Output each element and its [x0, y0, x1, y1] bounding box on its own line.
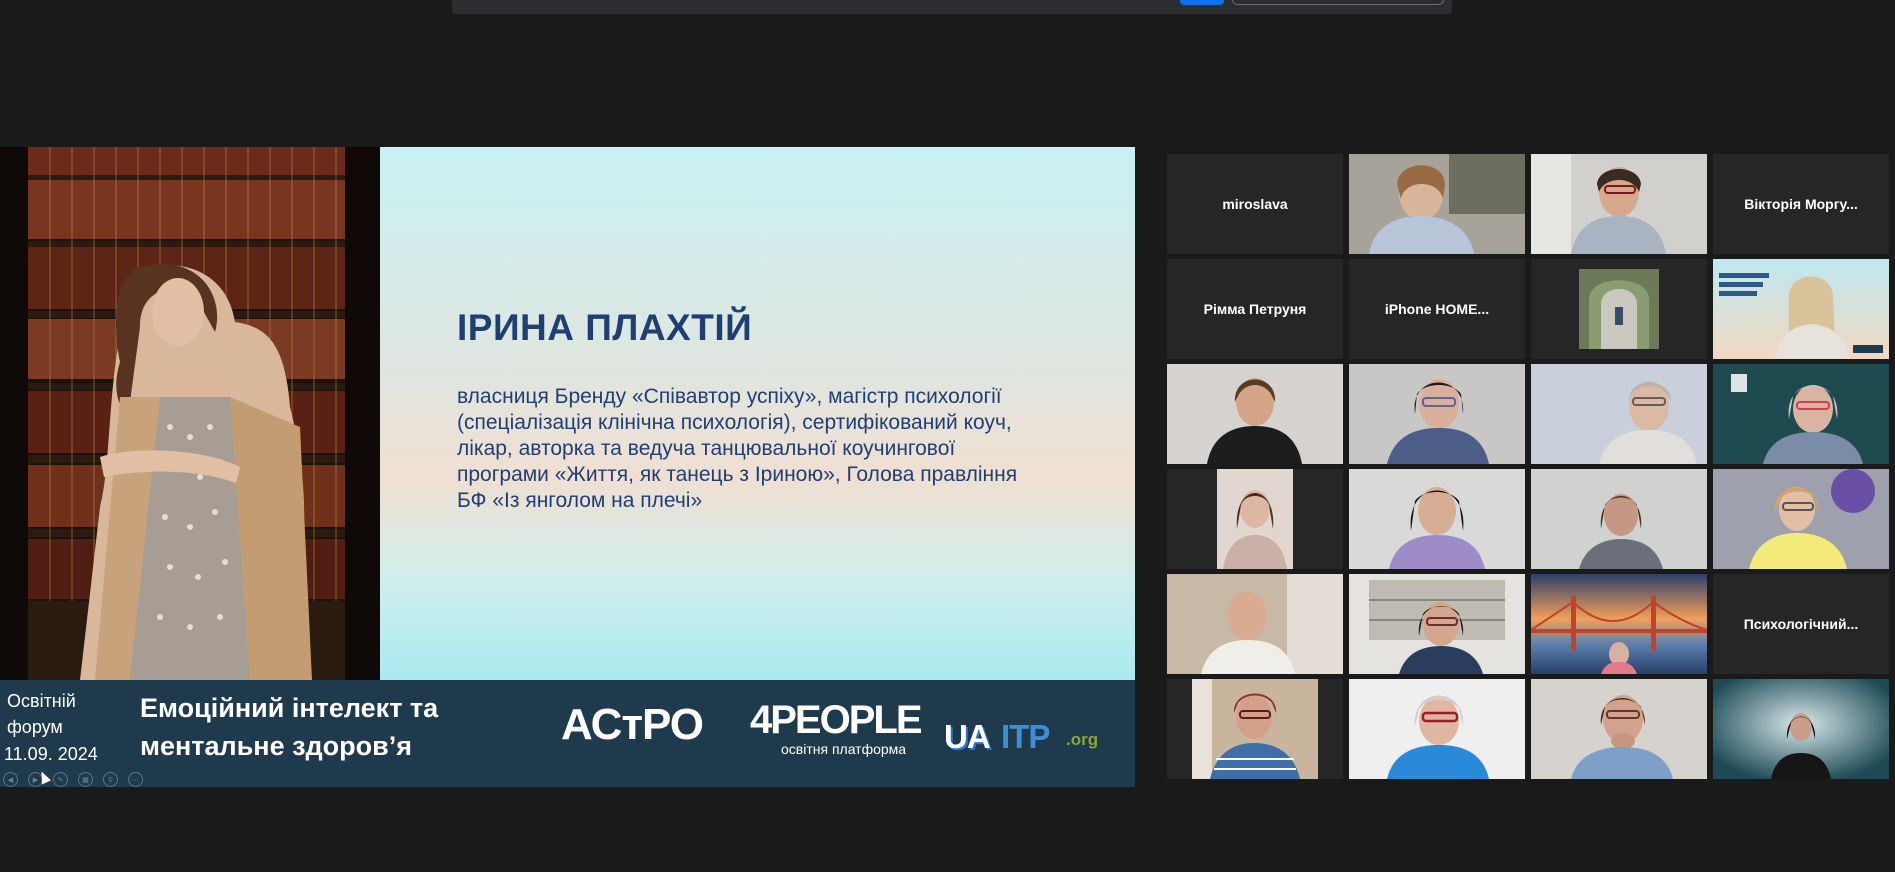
pen-icon[interactable]: ✎: [53, 772, 68, 787]
participant-video: [1713, 679, 1889, 779]
participant-gallery: miroslava Вікторія Моргу... Рімма Петрун…: [1167, 154, 1889, 779]
more-options-icon[interactable]: ⋯: [128, 772, 143, 787]
uaitp-logo-ua: UA: [944, 718, 991, 755]
participant-video: [1531, 469, 1707, 569]
4people-logo-main: 4PEOPLE: [750, 698, 923, 742]
shared-screen: ІРИНА ПЛАХТІЙ власниця Бренду «Співавтор…: [0, 147, 1135, 787]
participant-tile[interactable]: [1167, 364, 1343, 464]
participant-tile[interactable]: [1531, 154, 1707, 254]
participant-tile[interactable]: [1167, 574, 1343, 674]
slideshow-controls: ◀ ▶ ✎ ▦ ⚲ ⋯: [3, 772, 143, 787]
uaitp-logo-org: .org: [1066, 730, 1099, 749]
participant-video: [1349, 574, 1525, 674]
slide-banner: Освітній форум 11.09. 2024 Емоційний інт…: [0, 680, 1135, 787]
participant-video: [1349, 364, 1525, 464]
participant-tile[interactable]: iPhone HOME...: [1349, 259, 1525, 359]
participant-video: [1217, 469, 1293, 569]
participant-tile[interactable]: [1713, 679, 1889, 779]
participant-tile[interactable]: [1349, 469, 1525, 569]
participant-tile[interactable]: [1349, 679, 1525, 779]
speaker-description: власниця Бренду «Співавтор успіху», магі…: [457, 385, 1018, 512]
prev-slide-icon[interactable]: ◀: [3, 772, 18, 787]
speaker-name: ІРИНА ПЛАХТІЙ: [457, 307, 753, 348]
4people-logo-subtitle: освітня платформа: [781, 741, 907, 757]
participant-tile[interactable]: Психологічний...: [1713, 574, 1889, 674]
4people-logo: 4PEOPLE освітня платформа: [750, 698, 923, 758]
forum-date: 11.09. 2024: [4, 744, 98, 764]
participant-name: miroslava: [1222, 196, 1288, 212]
bookshelf-image: [0, 147, 380, 680]
participant-tile[interactable]: [1167, 469, 1343, 569]
uaitp-logo-itp: ITP: [1001, 718, 1050, 755]
participant-tile[interactable]: [1531, 574, 1707, 674]
participant-tile[interactable]: [1167, 679, 1343, 779]
participant-name: iPhone HOME...: [1384, 301, 1490, 317]
toolbar-secondary-button[interactable]: [1232, 0, 1444, 5]
speaker-photo: [0, 147, 380, 680]
participant-tile[interactable]: [1531, 259, 1707, 359]
forum-label: Освітній форум: [7, 691, 76, 737]
participant-tile-active-speaker[interactable]: [1713, 259, 1889, 359]
slides-grid-icon[interactable]: ▦: [78, 772, 93, 787]
participant-tile[interactable]: Рімма Петруня: [1167, 259, 1343, 359]
participant-tile[interactable]: Вікторія Моргу...: [1713, 154, 1889, 254]
participant-name: Рімма Петруня: [1203, 301, 1307, 317]
participant-video: [1531, 364, 1707, 464]
zoom-icon[interactable]: ⚲: [103, 772, 118, 787]
participant-video: [1349, 469, 1525, 569]
participant-name: Психологічний...: [1743, 616, 1859, 632]
participant-tile[interactable]: [1349, 154, 1525, 254]
forum-title: Емоційний інтелект та ментальне здоров’я: [140, 693, 439, 761]
astro-logo: АСтРО: [561, 700, 704, 749]
participant-video: [1167, 574, 1343, 674]
participant-video: [1349, 679, 1525, 779]
participant-video: [1713, 469, 1889, 569]
participant-video: [1349, 154, 1525, 254]
participant-video: [1531, 154, 1707, 254]
participant-avatar-photo: [1579, 269, 1659, 349]
participant-video: [1531, 574, 1707, 674]
meeting-top-toolbar: [452, 0, 1452, 14]
uaitp-logo: UA ITP .org: [944, 714, 1104, 762]
participant-video: [1531, 679, 1707, 779]
participant-tile[interactable]: [1531, 364, 1707, 464]
participant-tile[interactable]: miroslava: [1167, 154, 1343, 254]
participant-video: [1167, 364, 1343, 464]
participant-video: [1713, 259, 1889, 359]
participant-name: Вікторія Моргу...: [1744, 196, 1858, 212]
participant-tile[interactable]: [1349, 364, 1525, 464]
slide-content: ІРИНА ПЛАХТІЙ власниця Бренду «Співавтор…: [380, 147, 1135, 680]
participant-tile[interactable]: [1349, 574, 1525, 674]
participant-video: [1713, 364, 1889, 464]
participant-tile[interactable]: [1531, 679, 1707, 779]
participant-tile[interactable]: [1713, 469, 1889, 569]
participant-tile[interactable]: [1531, 469, 1707, 569]
toolbar-primary-button[interactable]: [1180, 0, 1224, 5]
participant-tile[interactable]: [1713, 364, 1889, 464]
participant-video: [1192, 679, 1318, 779]
